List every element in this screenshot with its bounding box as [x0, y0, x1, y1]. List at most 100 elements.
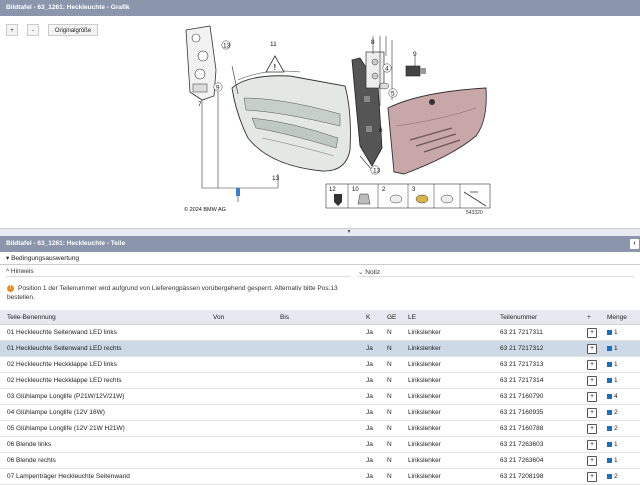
table-row[interactable]: 06 Blende links Ja N Linkslenker 63 21 72636… [0, 436, 640, 453]
cell-k: Ja [359, 404, 380, 421]
table-row[interactable]: 04 Glühlampe Longlife (12V 16W) Ja N Linksl… [0, 404, 640, 421]
cell-part-number: 63 21 7217313 [493, 356, 580, 373]
cell-ge: N [380, 404, 401, 421]
cell-from [206, 436, 273, 453]
table-row[interactable]: 07 Lampenträger Heckleuchte Seitenwand Ja… [0, 468, 640, 485]
add-to-cart-icon[interactable]: + [587, 327, 597, 338]
tail-light-side-panel [231, 70, 351, 172]
cell-ge: N [380, 452, 401, 469]
column-header-from[interactable]: Von [206, 310, 273, 325]
cell-part-name: 02 Heckleuchte Heckklappe LED rechts [0, 372, 206, 389]
svg-text:© 2024 BMW AG: © 2024 BMW AG [184, 206, 226, 213]
column-header-k[interactable]: K [359, 310, 380, 325]
add-to-cart-icon[interactable]: + [587, 455, 597, 466]
table-row[interactable]: 02 Heckleuchte Heckklappe LED rechts Ja N L… [0, 372, 640, 389]
notes-header[interactable]: ⌄ Notiz [358, 268, 380, 276]
lamp-carrier-part [185, 25, 217, 101]
svg-text:4: 4 [385, 66, 389, 73]
svg-text:!: ! [274, 63, 277, 72]
cell-to [273, 340, 359, 357]
graphic-panel-title: Bildtafel - 63_1261: Heckleuchte - Grafi… [0, 0, 640, 16]
cell-part-number: 63 21 7263603 [493, 436, 580, 453]
quantity-marker-icon [607, 329, 612, 335]
cell-ge: N [380, 340, 401, 357]
cell-add[interactable]: + [580, 404, 600, 421]
table-row[interactable]: 01 Heckleuchte Seitenwand LED links Ja N Li… [0, 324, 640, 341]
cell-add[interactable]: + [580, 340, 600, 357]
quantity-marker-icon [607, 377, 612, 383]
cell-ge: N [380, 356, 401, 373]
add-to-cart-icon[interactable]: + [587, 391, 597, 402]
quantity-value: 2 [614, 473, 618, 480]
cell-add[interactable]: + [580, 372, 600, 389]
collapse-panel-icon[interactable]: ‹ [630, 239, 639, 249]
column-header-ge[interactable]: GE [380, 310, 401, 325]
cell-part-name: 01 Heckleuchte Seitenwand LED rechts [0, 340, 206, 357]
add-to-cart-icon[interactable]: + [587, 439, 597, 450]
column-header-quantity[interactable]: Menge [600, 310, 640, 325]
cell-add[interactable]: + [580, 388, 600, 405]
cell-to [273, 436, 359, 453]
column-header-to[interactable]: Bis [273, 310, 359, 325]
svg-text:9: 9 [413, 51, 417, 58]
condition-evaluation-toggle[interactable]: ▾ Bedingungsauswertung [0, 253, 640, 265]
cell-add[interactable]: + [580, 420, 600, 437]
parts-thumbnail-strip: 12 10 2 3 543320 [325, 183, 491, 216]
quantity-value: 1 [614, 329, 618, 336]
quantity-value: 1 [614, 377, 618, 384]
cell-add[interactable]: + [580, 356, 600, 373]
add-to-cart-icon[interactable]: + [587, 343, 597, 354]
table-row[interactable]: 01 Heckleuchte Seitenwand LED rechts Ja N L… [0, 340, 640, 357]
svg-text:8: 8 [371, 39, 375, 46]
cell-part-number: 63 21 7160788 [493, 420, 580, 437]
hint-message: ! Position 1 der Teilenummer wird aufgrun… [7, 284, 352, 302]
diagram-canvas[interactable]: + - Originalgröße ! 13 11 7 9 8 4 5 9 6 … [0, 16, 640, 228]
cell-ge: N [380, 324, 401, 341]
add-to-cart-icon[interactable]: + [587, 423, 597, 434]
table-row[interactable]: 06 Blende rechts Ja N Linkslenker 63 21 7263… [0, 452, 640, 469]
add-to-cart-icon[interactable]: + [587, 359, 597, 370]
quantity-marker-icon [607, 361, 612, 367]
table-row[interactable]: 05 Glühlampe Longlife (12V 21W H21W) Ja N L… [0, 420, 640, 437]
cell-k: Ja [359, 468, 380, 485]
cell-from [206, 404, 273, 421]
cell-quantity: 1 [600, 340, 640, 357]
cell-add[interactable]: + [580, 452, 600, 469]
cell-k: Ja [359, 356, 380, 373]
table-header-row: Teile-Benennung Von Bis K GE LE Teilenum… [0, 310, 640, 325]
chevron-down-icon[interactable]: ▾ [344, 229, 354, 236]
hint-header[interactable]: ^ Hinweis [6, 268, 34, 275]
table-row[interactable]: 03 Glühlampe Longlife (P21W/12V/21W) Ja N L… [0, 388, 640, 405]
hint-header-label: Hinweis [10, 268, 34, 275]
column-header-add[interactable]: + [580, 310, 600, 325]
add-to-cart-icon[interactable]: + [587, 407, 597, 418]
cell-add[interactable]: + [580, 468, 600, 485]
parts-table: Teile-Benennung Von Bis K GE LE Teilenum… [0, 310, 640, 485]
cell-le: Linkslenker [401, 340, 493, 357]
cell-to [273, 452, 359, 469]
cell-part-name: 06 Blende links [0, 436, 206, 453]
column-header-name[interactable]: Teile-Benennung [0, 310, 206, 325]
add-to-cart-icon[interactable]: + [587, 471, 597, 482]
cell-from [206, 420, 273, 437]
condition-evaluation-label: Bedingungsauswertung [11, 255, 80, 262]
cell-le: Linkslenker [401, 436, 493, 453]
cell-from [206, 356, 273, 373]
quantity-value: 4 [614, 393, 618, 400]
quantity-value: 1 [614, 457, 618, 464]
cell-add[interactable]: + [580, 324, 600, 341]
quantity-value: 2 [614, 409, 618, 416]
quantity-marker-icon [607, 473, 612, 479]
cell-from [206, 340, 273, 357]
cell-from [206, 324, 273, 341]
column-header-part-number[interactable]: Teilenummer [493, 310, 580, 325]
table-row[interactable]: 02 Heckleuchte Heckklappe LED links Ja N Li… [0, 356, 640, 373]
cell-le: Linkslenker [401, 356, 493, 373]
add-to-cart-icon[interactable]: + [587, 375, 597, 386]
cell-part-name: 07 Lampenträger Heckleuchte Seitenwand [0, 468, 206, 485]
cell-k: Ja [359, 420, 380, 437]
cell-add[interactable]: + [580, 436, 600, 453]
cell-le: Linkslenker [401, 324, 493, 341]
cell-quantity: 2 [600, 468, 640, 485]
column-header-le[interactable]: LE [401, 310, 493, 325]
